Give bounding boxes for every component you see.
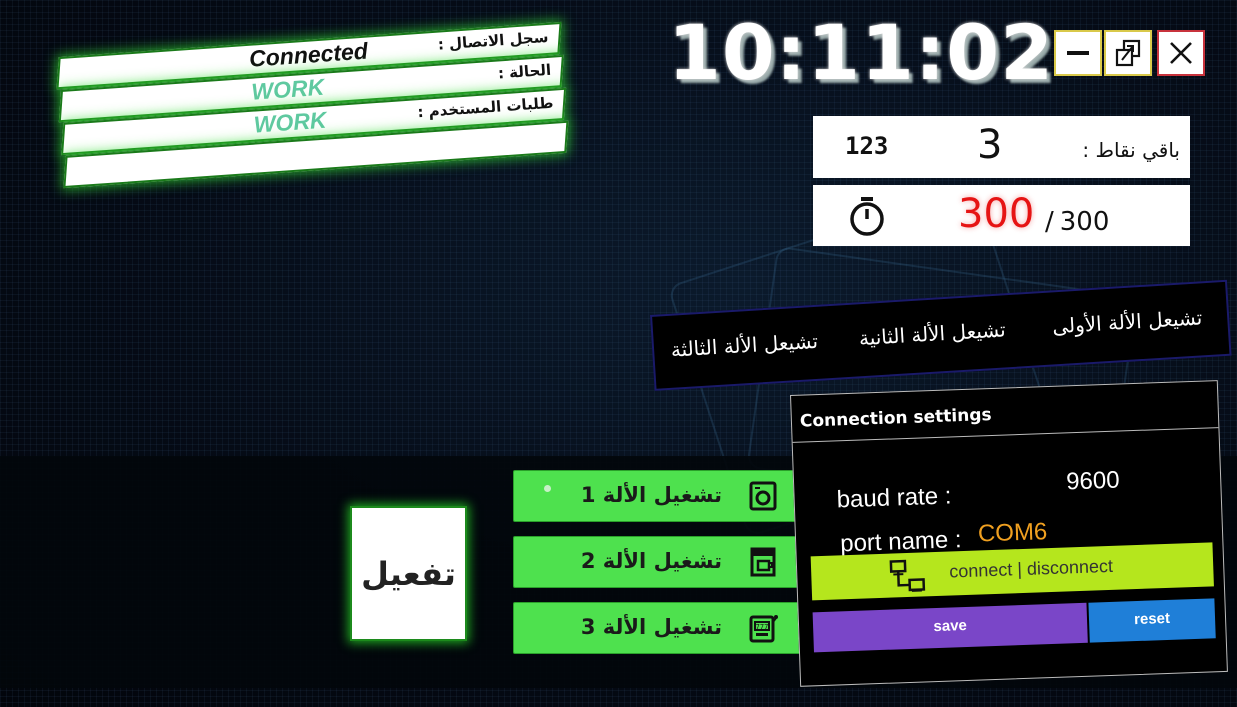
- run-machine-1-label: تشغيل الألة 1: [580, 483, 722, 507]
- stopwatch-icon: [850, 197, 884, 236]
- baud-rate-value[interactable]: 9600: [1066, 467, 1120, 497]
- indicator-dot: [544, 485, 551, 492]
- connection-settings-title: Connection settings: [799, 404, 992, 432]
- port-name-value[interactable]: COM6: [977, 518, 1047, 548]
- close-button[interactable]: [1157, 30, 1205, 76]
- run-machine-3-button[interactable]: تشغيل الألة 3 777: [513, 602, 803, 654]
- reset-button[interactable]: reset: [1088, 598, 1216, 643]
- restore-button[interactable]: [1104, 30, 1152, 76]
- connection-status-value: Connected: [248, 37, 369, 72]
- timer-current: 300: [958, 191, 1035, 237]
- save-label: save: [933, 616, 968, 636]
- save-button[interactable]: save: [812, 602, 1088, 653]
- run-machine-3-label: تشغيل الألة 3: [580, 615, 722, 639]
- restore-icon: [1115, 39, 1141, 67]
- clock: 10:11:02: [668, 8, 1055, 97]
- user-requests-label: طلبات المستخدم :: [416, 93, 554, 122]
- connection-status-label: سجل الاتصال :: [437, 27, 550, 54]
- points-label: باقي نقاط :: [1082, 138, 1180, 162]
- network-icon: [889, 559, 926, 592]
- connection-settings-panel: Connection settings baud rate : 9600 por…: [790, 380, 1228, 687]
- activate-label: تفعيل: [361, 554, 456, 593]
- coffee-machine-icon: [750, 547, 776, 577]
- tab-machine-1[interactable]: تشيعل الألة الأولى: [1052, 305, 1203, 338]
- timer-total-value: 300: [1059, 207, 1110, 237]
- tab-machine-3[interactable]: تشيعل الألة الثالثة: [670, 329, 819, 362]
- slot-machine-icon: 777: [749, 615, 778, 643]
- state-label: الحالة :: [497, 60, 552, 83]
- svg-text:777: 777: [756, 623, 769, 631]
- reset-label: reset: [1133, 609, 1171, 629]
- minimize-icon: [1067, 51, 1089, 55]
- connect-disconnect-label: connect | disconnect: [948, 555, 1114, 582]
- baud-rate-label: baud rate :: [836, 482, 952, 514]
- state-value: WORK: [250, 73, 326, 105]
- run-machine-2-button[interactable]: تشغيل الألة 2: [513, 536, 803, 588]
- timer-separator: /: [1045, 207, 1054, 237]
- minimize-button[interactable]: [1054, 30, 1102, 76]
- timer-total: /300: [1045, 207, 1115, 237]
- points-value: 3: [977, 122, 1003, 168]
- timer-box: 300 /300: [813, 185, 1190, 246]
- run-machine-2-label: تشغيل الألة 2: [580, 549, 722, 573]
- run-machine-1-button[interactable]: تشغيل الألة 1: [513, 470, 803, 522]
- close-icon: [1170, 42, 1192, 64]
- points-box: 123 3 باقي نقاط :: [813, 116, 1190, 178]
- user-requests-value: WORK: [252, 106, 328, 138]
- points-code: 123: [845, 132, 889, 160]
- tab-machine-2[interactable]: تشيعل الألة الثانية: [858, 317, 1006, 350]
- activate-button[interactable]: تفعيل: [350, 506, 467, 641]
- washing-machine-icon: [749, 481, 777, 511]
